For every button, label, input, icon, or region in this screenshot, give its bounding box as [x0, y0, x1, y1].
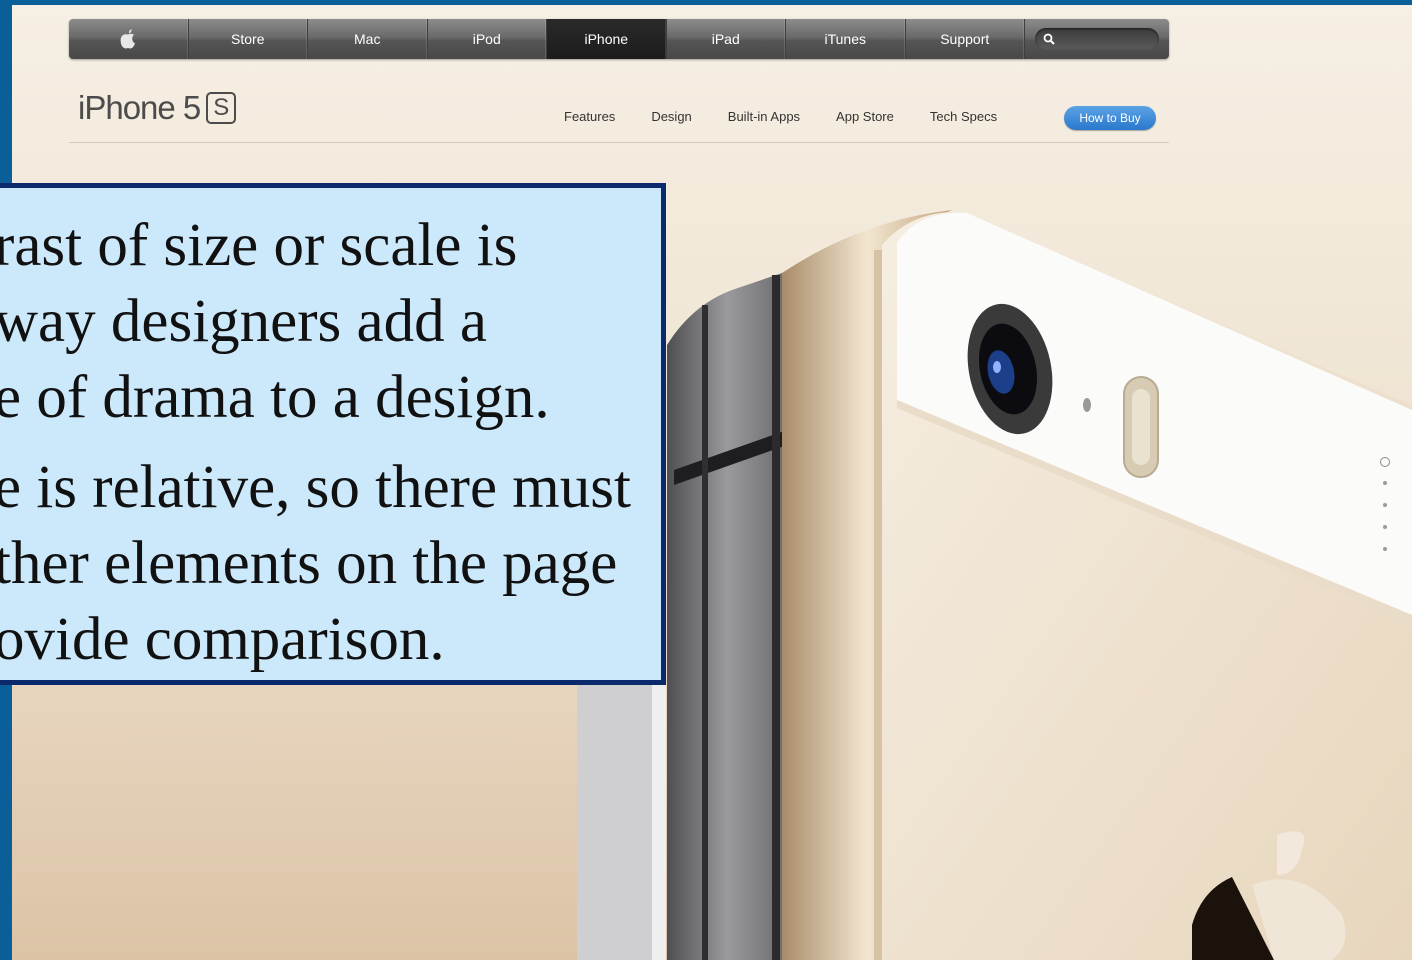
apple-icon: [120, 29, 136, 49]
nav-store[interactable]: Store: [189, 19, 308, 59]
callout-paragraph-1: rast of size or scale is way designers a…: [0, 212, 550, 431]
nav-itunes[interactable]: iTunes: [786, 19, 906, 59]
search-input[interactable]: [1035, 28, 1159, 50]
slide-callout: rast of size or scale is way designers a…: [0, 183, 666, 685]
subnav-tech-specs[interactable]: Tech Specs: [930, 109, 997, 124]
search-container: [1025, 19, 1169, 59]
how-to-buy-button[interactable]: How to Buy: [1064, 106, 1156, 130]
pagination-dot[interactable]: [1383, 503, 1387, 507]
pagination-dot[interactable]: [1383, 525, 1387, 529]
product-title[interactable]: iPhone 5 S: [78, 89, 237, 127]
callout-paragraph-2: e is relative, so there must ther elemen…: [0, 454, 631, 673]
nav-iphone[interactable]: iPhone: [547, 19, 667, 59]
callout-text: rast of size or scale is way designers a…: [0, 208, 654, 692]
pagination-dot[interactable]: [1383, 547, 1387, 551]
gallery-pagination: [1380, 457, 1390, 569]
pagination-dot[interactable]: [1383, 481, 1387, 485]
nav-mac[interactable]: Mac: [308, 19, 428, 59]
subnav-app-store[interactable]: App Store: [836, 109, 894, 124]
product-badge: S: [206, 92, 237, 124]
nav-ipod[interactable]: iPod: [428, 19, 547, 59]
nav-ipad[interactable]: iPad: [667, 19, 786, 59]
search-icon: [1043, 33, 1055, 45]
header-divider: [69, 142, 1169, 143]
product-name: iPhone 5: [78, 89, 201, 126]
subnav-features[interactable]: Features: [564, 109, 615, 124]
subnav-built-in-apps[interactable]: Built-in Apps: [728, 109, 800, 124]
product-subnav: Features Design Built-in Apps App Store …: [564, 109, 1033, 124]
nav-support[interactable]: Support: [906, 19, 1025, 59]
global-nav: Store Mac iPod iPhone iPad iTunes Suppor…: [69, 19, 1169, 59]
subnav-design[interactable]: Design: [651, 109, 691, 124]
pagination-dot-active[interactable]: [1380, 457, 1390, 467]
apple-logo-link[interactable]: [69, 19, 189, 59]
